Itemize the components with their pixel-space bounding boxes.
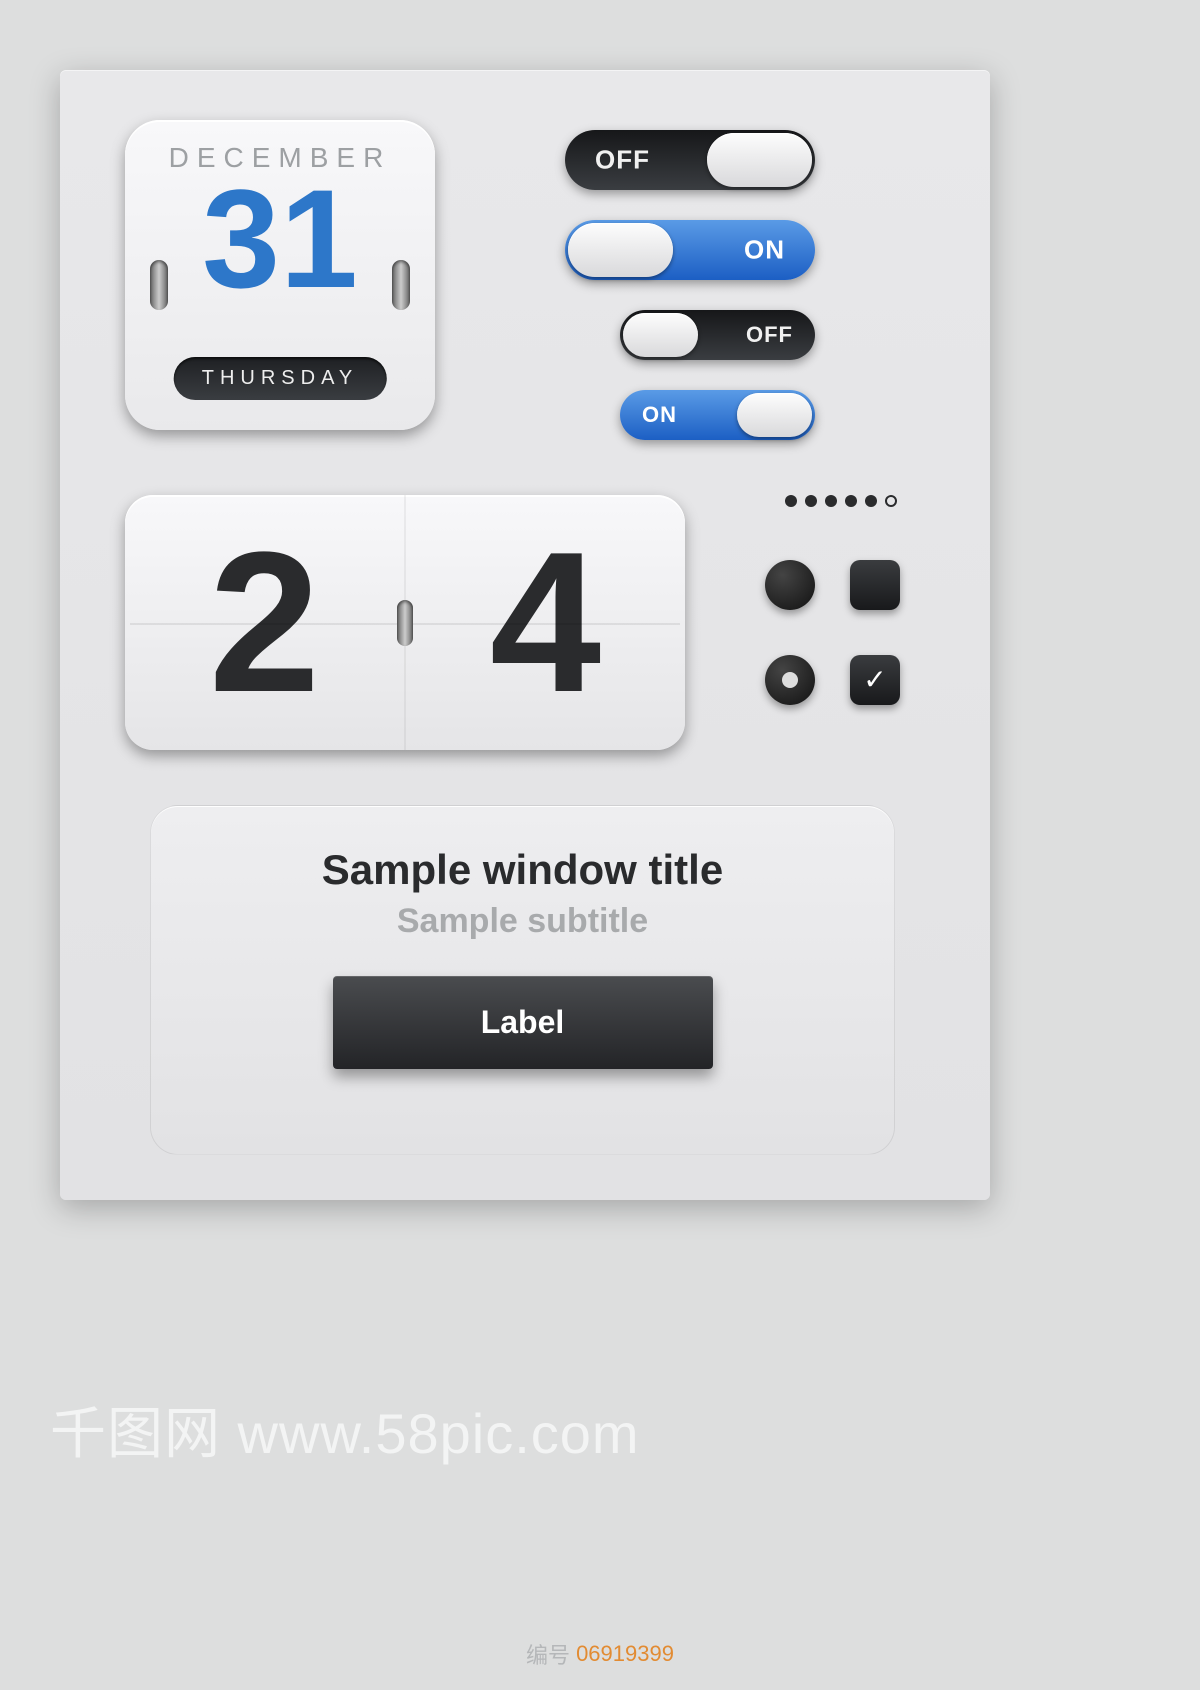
pager-dot[interactable] <box>785 495 797 507</box>
toggle-label: ON <box>744 235 785 266</box>
flip-counter[interactable]: 2 4 <box>125 495 685 750</box>
toggle-label: OFF <box>746 322 793 348</box>
toggle-small-on[interactable]: ON <box>620 390 815 440</box>
toggle-knob <box>568 223 673 277</box>
toggle-label: OFF <box>595 145 650 176</box>
pager-dot-active[interactable] <box>885 495 897 507</box>
calendar-day: 31 <box>125 169 435 309</box>
calendar-weekday: THURSDAY <box>174 357 387 400</box>
asset-id-footer: 编号 06919399 <box>526 1638 674 1670</box>
ui-kit-panel: DECEMBER 31 THURSDAY OFF ON OFF ON 2 4 <box>60 70 990 1200</box>
spiral-icon <box>150 260 168 310</box>
toggle-knob <box>707 133 812 187</box>
toggle-knob <box>737 393 812 437</box>
counter-digit-2: 4 <box>404 495 685 750</box>
spiral-icon <box>392 260 410 310</box>
pager-dot[interactable] <box>825 495 837 507</box>
pagination-dots[interactable] <box>785 495 897 507</box>
counter-digit-1: 2 <box>125 495 404 750</box>
toggle-large-on[interactable]: ON <box>565 220 815 280</box>
window-title: Sample window title <box>151 846 894 894</box>
radio-filled-icon[interactable] <box>765 560 815 610</box>
pager-dot[interactable] <box>845 495 857 507</box>
calendar-card[interactable]: DECEMBER 31 THURSDAY <box>125 120 435 430</box>
asset-label: 编号 <box>526 1638 570 1670</box>
window-subtitle: Sample subtitle <box>151 902 894 941</box>
toggle-label: ON <box>642 402 677 428</box>
asset-code: 06919399 <box>576 1641 674 1667</box>
toggle-knob <box>623 313 698 357</box>
toggle-small-off[interactable]: OFF <box>620 310 815 360</box>
radio-selected-icon[interactable] <box>765 655 815 705</box>
pager-dot[interactable] <box>805 495 817 507</box>
pager-dot[interactable] <box>865 495 877 507</box>
spiral-icon <box>397 600 413 646</box>
sample-window: Sample window title Sample subtitle Labe… <box>150 805 895 1155</box>
watermark-text: 千图网 www.58pic.com <box>50 1389 640 1470</box>
checkbox-checked-icon[interactable]: ✓ <box>850 655 900 705</box>
checkbox-empty-icon[interactable] <box>850 560 900 610</box>
toggle-large-off[interactable]: OFF <box>565 130 815 190</box>
label-button[interactable]: Label <box>333 976 713 1069</box>
